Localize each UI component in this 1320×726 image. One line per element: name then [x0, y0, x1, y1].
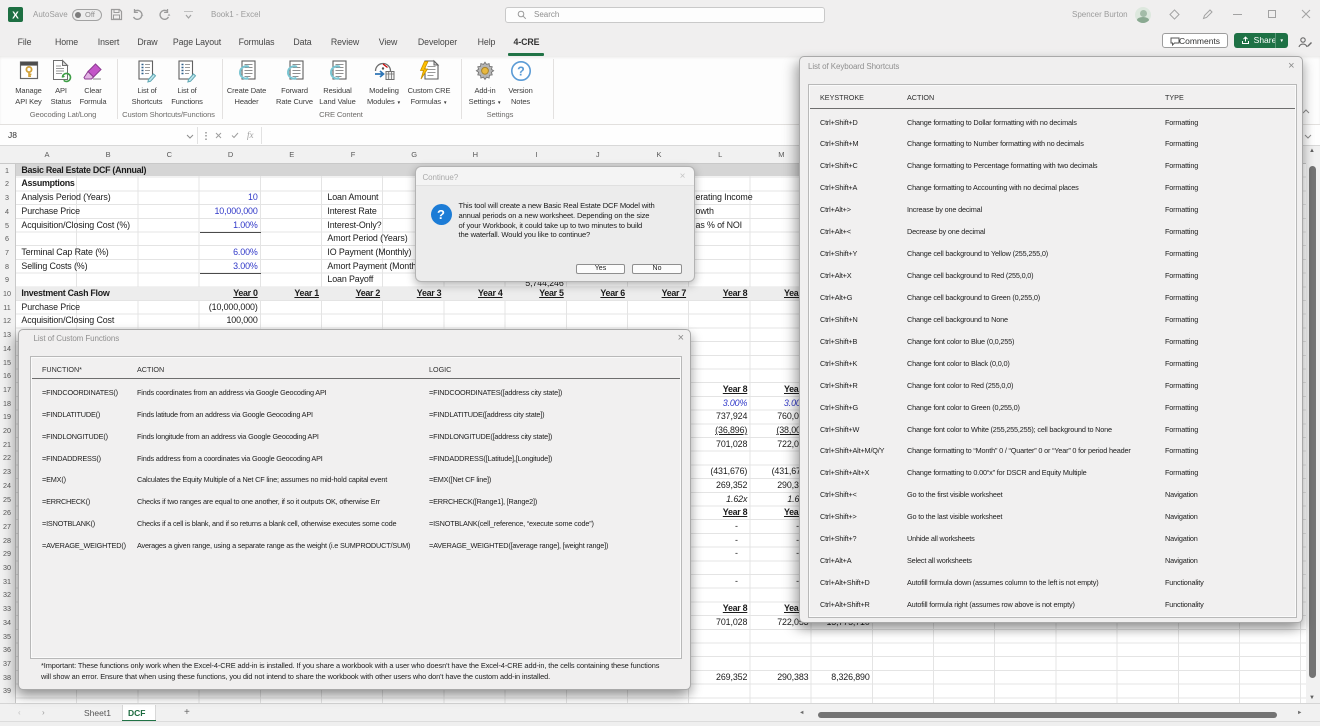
svg-text:X: X — [12, 11, 19, 22]
svg-text:?: ? — [517, 65, 525, 79]
